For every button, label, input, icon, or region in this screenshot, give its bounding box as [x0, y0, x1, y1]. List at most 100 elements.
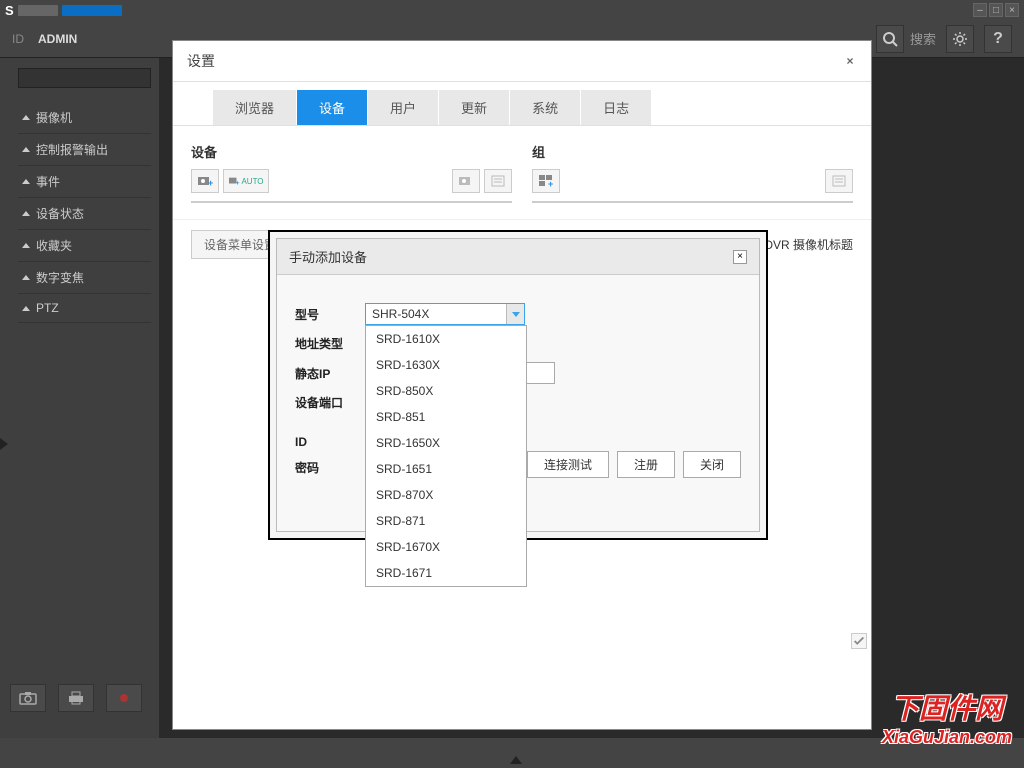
static-ip-label: 静态IP — [295, 365, 365, 382]
addr-type-label: 地址类型 — [295, 335, 365, 352]
add-group-button[interactable]: + — [532, 169, 560, 193]
gear-icon — [952, 31, 968, 47]
id-value: ADMIN — [38, 32, 77, 46]
dropdown-option[interactable]: SRD-870X — [366, 482, 526, 508]
settings-tabs: 浏览器 设备 用户 更新 系统 日志 — [173, 82, 871, 126]
app-logo-blur2 — [62, 5, 122, 16]
id-label: ID — [12, 32, 24, 46]
tab-label: 用户 — [390, 101, 416, 116]
maximize-button[interactable]: □ — [989, 3, 1003, 17]
auto-label: AUTO — [241, 177, 263, 186]
tab-system[interactable]: 系统 — [510, 90, 581, 125]
search-label: 搜索 — [910, 29, 936, 48]
tab-log[interactable]: 日志 — [581, 90, 652, 125]
close-button[interactable]: 关闭 — [683, 451, 741, 478]
settings-modal-title: 设置 — [187, 51, 215, 71]
manual-add-device-modal: 手动添加设备 × 型号 SHR-504X 地址类型 静态IP 设备端口 ID 密… — [268, 230, 768, 540]
sidebar-item-ptz[interactable]: PTZ — [18, 294, 151, 323]
settings-button[interactable] — [946, 25, 974, 53]
id-field-label: ID — [295, 435, 365, 449]
settings-modal-close[interactable]: × — [843, 54, 857, 68]
model-label: 型号 — [295, 306, 365, 323]
tab-label: 日志 — [603, 101, 629, 116]
svg-text:+: + — [208, 178, 213, 188]
svg-text:+: + — [236, 180, 240, 186]
tab-browser[interactable]: 浏览器 — [213, 90, 297, 125]
model-dropdown-list: SRD-1610X SRD-1630X SRD-850X SRD-851 SRD… — [365, 325, 527, 587]
sidebar-item-label: 摄像机 — [36, 109, 72, 126]
sidebar-item-favorites[interactable]: 收藏夹 — [18, 230, 151, 262]
properties-icon — [490, 174, 506, 188]
dropdown-option[interactable]: SRD-1670X — [366, 534, 526, 560]
tab-label: 浏览器 — [235, 101, 274, 116]
svg-text:+: + — [548, 179, 553, 188]
minimize-button[interactable]: – — [973, 3, 987, 17]
tab-label: 系统 — [532, 101, 558, 116]
device-list[interactable] — [191, 201, 512, 203]
dropdown-option[interactable]: SRD-1650X — [366, 430, 526, 456]
record-icon — [115, 690, 133, 706]
tab-label: 更新 — [461, 101, 487, 116]
search-icon — [882, 31, 898, 47]
sidebar-item-zoom[interactable]: 数字变焦 — [18, 262, 151, 294]
dropdown-option[interactable]: SRD-1651 — [366, 456, 526, 482]
register-button[interactable]: 注册 — [617, 451, 675, 478]
record-button[interactable] — [106, 684, 142, 712]
sidebar-item-label: 设备状态 — [36, 205, 84, 222]
window-titlebar: S – □ × — [0, 0, 1024, 20]
camera-remove-icon — [458, 174, 474, 188]
printer-icon — [67, 690, 85, 706]
device-column-title: 设备 — [191, 142, 512, 161]
sidebar: 摄像机 控制报警输出 事件 设备状态 收藏夹 数字变焦 PTZ — [0, 58, 160, 738]
dropdown-option[interactable]: SRD-871 — [366, 508, 526, 534]
group-plus-icon: + — [538, 174, 554, 188]
group-column: 组 + — [532, 142, 853, 203]
sidebar-item-event[interactable]: 事件 — [18, 166, 151, 198]
watermark-line2: XiaGuJian.com — [882, 727, 1012, 748]
properties-icon — [831, 174, 847, 188]
model-combobox[interactable]: SHR-504X — [365, 303, 525, 325]
dropdown-option[interactable]: SRD-1630X — [366, 352, 526, 378]
snapshot-button[interactable] — [10, 684, 46, 712]
sidebar-search-input[interactable] — [18, 68, 151, 88]
sidebar-item-alarm[interactable]: 控制报警输出 — [18, 134, 151, 166]
dropdown-option[interactable]: SRD-1610X — [366, 326, 526, 352]
device-column: 设备 + +AUTO — [191, 142, 512, 203]
sidebar-item-label: 收藏夹 — [36, 237, 72, 254]
sidebar-item-camera[interactable]: 摄像机 — [18, 102, 151, 134]
password-label: 密码 — [295, 459, 365, 476]
help-button[interactable]: ? — [984, 25, 1012, 53]
sidebar-item-label: PTZ — [36, 301, 59, 315]
dropdown-option[interactable]: SRD-1671 — [366, 560, 526, 586]
group-list[interactable] — [532, 201, 853, 203]
sidebar-item-label: 数字变焦 — [36, 269, 84, 286]
expand-bottom-handle[interactable] — [510, 756, 522, 764]
sidebar-item-label: 控制报警输出 — [36, 141, 108, 158]
camera-plus-icon: + — [228, 176, 240, 186]
auto-add-device-button[interactable]: +AUTO — [223, 169, 269, 193]
sidebar-item-status[interactable]: 设备状态 — [18, 198, 151, 230]
add-device-button[interactable]: + — [191, 169, 219, 193]
dropdown-option[interactable]: SRD-851 — [366, 404, 526, 430]
device-properties-button[interactable] — [484, 169, 512, 193]
tab-device[interactable]: 设备 — [297, 90, 368, 125]
manual-add-close-button[interactable]: × — [733, 250, 747, 264]
tab-update[interactable]: 更新 — [439, 90, 510, 125]
dropdown-option[interactable]: SRD-850X — [366, 378, 526, 404]
camera-icon — [19, 690, 37, 706]
connection-test-button[interactable]: 连接测试 — [527, 451, 609, 478]
device-port-label: 设备端口 — [295, 394, 365, 411]
close-window-button[interactable]: × — [1005, 3, 1019, 17]
chevron-down-icon — [506, 304, 524, 324]
bottom-toolbar — [10, 684, 142, 712]
remove-device-button[interactable] — [452, 169, 480, 193]
tab-user[interactable]: 用户 — [368, 90, 439, 125]
search-button[interactable] — [876, 25, 904, 53]
expand-left-handle[interactable] — [0, 438, 8, 450]
group-properties-button[interactable] — [825, 169, 853, 193]
help-icon: ? — [993, 30, 1003, 48]
settings-options-button[interactable] — [851, 633, 867, 649]
print-button[interactable] — [58, 684, 94, 712]
app-logo-letter: S — [5, 3, 14, 18]
group-column-title: 组 — [532, 142, 853, 161]
